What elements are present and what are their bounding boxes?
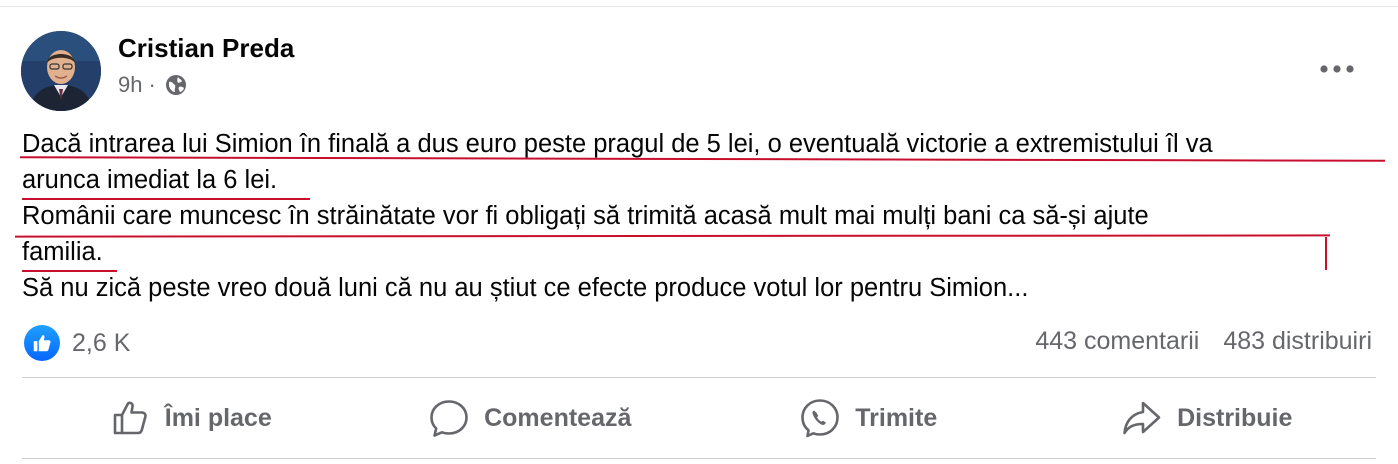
like-button-label: Îmi place xyxy=(164,403,272,432)
messenger-icon xyxy=(801,399,840,438)
like-button[interactable]: Îmi place xyxy=(22,380,361,456)
post-text: Dacă intrarea lui Simion în finală a dus… xyxy=(22,126,1382,306)
post-actions: Îmi place Comentează Trimite Distribuie xyxy=(22,380,1376,456)
card-top-border xyxy=(0,6,1398,7)
post-line-4: familia. xyxy=(22,238,103,266)
actions-divider-bottom xyxy=(22,458,1376,459)
more-options-button[interactable] xyxy=(1313,52,1361,86)
annotation-tick xyxy=(1325,237,1327,270)
comments-count[interactable]: 443 comentarii xyxy=(1035,327,1199,356)
post-line-3: Românii care muncesc în străinătate vor … xyxy=(22,202,1149,230)
meta-separator: · xyxy=(148,72,156,97)
author-name[interactable]: Cristian Preda xyxy=(118,33,294,64)
author-avatar[interactable] xyxy=(21,31,101,111)
send-button[interactable]: Trimite xyxy=(699,380,1038,456)
avatar-photo-icon xyxy=(21,31,101,111)
more-options-icon xyxy=(1320,65,1354,73)
thumbs-up-icon xyxy=(113,401,147,435)
post-time[interactable]: 9h xyxy=(118,72,142,98)
post-line-2: arunca imediat la 6 lei. xyxy=(22,166,278,194)
reactions-summary[interactable]: 2,6 K xyxy=(24,325,130,361)
share-button[interactable]: Distribuie xyxy=(1038,380,1377,456)
post-meta: 9h · xyxy=(118,72,188,98)
actions-divider-top xyxy=(22,377,1376,378)
post-line-5: Să nu zică peste vreo două luni că nu au… xyxy=(22,274,1029,302)
annotation-underline-2 xyxy=(22,198,310,200)
send-button-label: Trimite xyxy=(855,403,938,432)
likes-count: 2,6 K xyxy=(72,328,131,357)
like-reaction-icon xyxy=(24,325,60,361)
comment-button-label: Comentează xyxy=(484,403,632,432)
globe-icon xyxy=(164,73,188,97)
shares-count[interactable]: 483 distribuiri xyxy=(1223,327,1372,356)
share-button-label: Distribuie xyxy=(1177,403,1293,432)
annotation-underline-4 xyxy=(22,270,117,272)
comment-button[interactable]: Comentează xyxy=(361,380,700,456)
share-icon xyxy=(1123,401,1161,435)
engagement-counts: 443 comentarii 483 distribuiri xyxy=(1035,327,1372,356)
comment-icon xyxy=(430,400,468,437)
